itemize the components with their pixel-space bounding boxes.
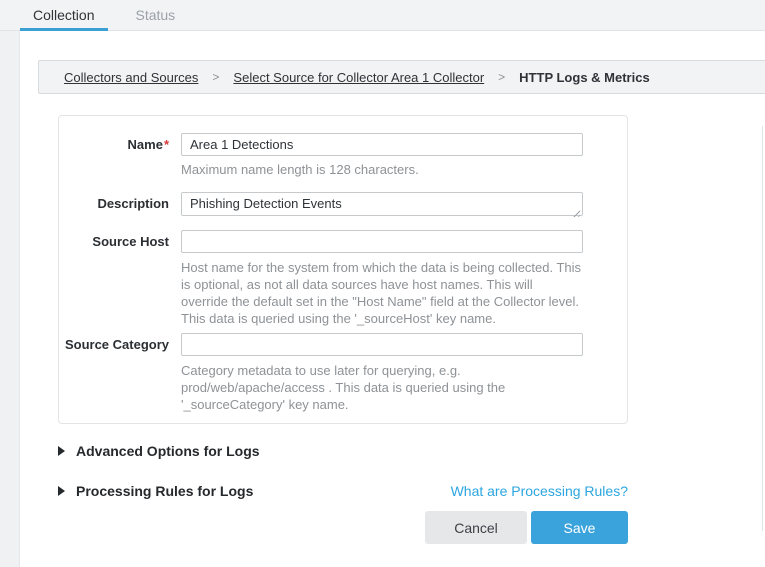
name-label-text: Name bbox=[128, 137, 163, 152]
breadcrumb: Collectors and Sources > Select Source f… bbox=[38, 60, 765, 94]
breadcrumb-separator-icon: > bbox=[212, 70, 219, 84]
name-input[interactable] bbox=[181, 133, 583, 156]
name-help-text: Maximum name length is 128 characters. bbox=[181, 161, 583, 178]
source-host-input[interactable] bbox=[181, 230, 583, 253]
name-field-cell: Maximum name length is 128 characters. bbox=[181, 133, 583, 185]
source-host-help-text: Host name for the system from which the … bbox=[181, 259, 583, 327]
top-tab-bar: Collection Status bbox=[0, 0, 765, 31]
source-config-screen: Collection Status Collectors and Sources… bbox=[0, 0, 765, 567]
processing-rules-section-toggle[interactable]: Processing Rules for Logs bbox=[58, 483, 253, 499]
source-host-field-cell: Host name for the system from which the … bbox=[181, 230, 583, 327]
source-host-field-row: Source Host Host name for the system fro… bbox=[59, 230, 627, 327]
cancel-button[interactable]: Cancel bbox=[425, 511, 527, 544]
required-asterisk: * bbox=[164, 137, 169, 152]
source-category-label: Source Category bbox=[59, 333, 169, 413]
name-field-row: Name* Maximum name length is 128 charact… bbox=[59, 133, 627, 185]
collapsed-triangle-icon bbox=[58, 446, 65, 456]
description-field-cell: Phishing Detection Events bbox=[181, 192, 583, 221]
description-textarea[interactable]: Phishing Detection Events bbox=[181, 192, 583, 216]
save-button[interactable]: Save bbox=[531, 511, 628, 544]
source-form-card: Name* Maximum name length is 128 charact… bbox=[58, 115, 628, 424]
what-are-processing-rules-link[interactable]: What are Processing Rules? bbox=[451, 483, 628, 499]
collapsed-triangle-icon bbox=[58, 486, 65, 496]
breadcrumb-current-page: HTTP Logs & Metrics bbox=[519, 70, 650, 85]
advanced-options-label[interactable]: Advanced Options for Logs bbox=[76, 443, 260, 459]
left-gutter bbox=[0, 0, 20, 567]
form-content: Name* Maximum name length is 128 charact… bbox=[58, 115, 628, 544]
tab-collection[interactable]: Collection bbox=[33, 7, 94, 23]
source-host-label: Source Host bbox=[59, 230, 169, 327]
breadcrumb-separator-icon: > bbox=[498, 70, 505, 84]
form-action-buttons: Cancel Save bbox=[58, 511, 628, 544]
source-category-field-cell: Category metadata to use later for query… bbox=[181, 333, 583, 413]
processing-rules-label[interactable]: Processing Rules for Logs bbox=[76, 483, 253, 499]
description-field-row: Description Phishing Detection Events bbox=[59, 192, 627, 221]
source-category-field-row: Source Category Category metadata to use… bbox=[59, 333, 627, 413]
source-category-help-text: Category metadata to use later for query… bbox=[181, 362, 583, 413]
tab-status[interactable]: Status bbox=[135, 7, 175, 23]
main-panel: Collectors and Sources > Select Source f… bbox=[20, 31, 765, 567]
processing-rules-row: Processing Rules for Logs What are Proce… bbox=[58, 483, 628, 499]
breadcrumb-select-source[interactable]: Select Source for Collector Area 1 Colle… bbox=[233, 70, 484, 85]
name-label: Name* bbox=[59, 133, 169, 185]
content-right-border bbox=[762, 126, 763, 531]
advanced-options-section-toggle[interactable]: Advanced Options for Logs bbox=[58, 443, 628, 459]
source-category-input[interactable] bbox=[181, 333, 583, 356]
description-label: Description bbox=[59, 192, 169, 221]
breadcrumb-collectors-and-sources[interactable]: Collectors and Sources bbox=[64, 70, 198, 85]
